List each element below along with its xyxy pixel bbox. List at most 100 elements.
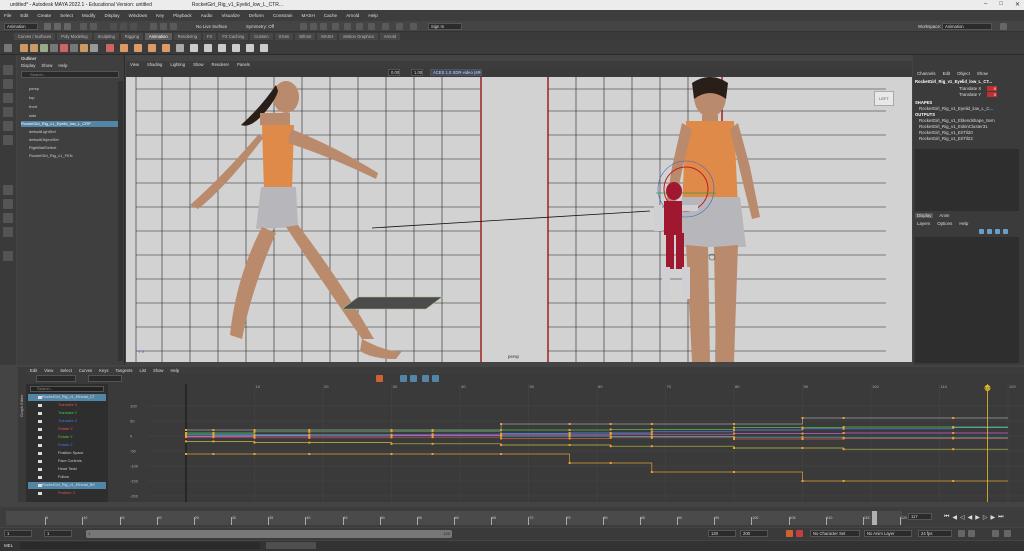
exposure-field[interactable]: 0.00	[388, 69, 400, 76]
outliner-menu-display[interactable]: Display	[21, 63, 35, 68]
go-end-icon[interactable]: ⏭	[998, 514, 1003, 521]
rotate-tool-icon[interactable]	[3, 121, 13, 131]
graph-stats-field[interactable]	[36, 375, 76, 382]
graph-channel-row[interactable]: Head Twist	[28, 466, 106, 473]
graph-channel-row[interactable]: RocketGirl_Rig_v1_Ethead_BK	[28, 482, 106, 489]
step-back-icon[interactable]: ◁	[960, 514, 965, 521]
menu-file[interactable]: File	[4, 13, 11, 18]
fps-select[interactable]: 24 fps	[918, 530, 952, 537]
select-tool-icon[interactable]	[3, 65, 13, 75]
layer-menu-help[interactable]: Help	[959, 221, 968, 226]
outliner-item-lightset[interactable]: defaultLightSet	[29, 129, 56, 135]
graph-menu-curves[interactable]: Curves	[79, 368, 92, 373]
graph-menu-view[interactable]: View	[44, 368, 53, 373]
ik-tool-icon[interactable]	[176, 44, 184, 52]
new-layer-selected-icon[interactable]	[1003, 229, 1008, 234]
colorspace-select[interactable]: ACES 1.0 SDR-video (sRGB)	[430, 69, 482, 76]
graph-channel-row[interactable]: Face Controls	[28, 458, 106, 465]
graph-menu-help[interactable]: Help	[170, 368, 179, 373]
graph-channel-row[interactable]: Rotate Z	[28, 442, 106, 449]
key-tool-icon[interactable]	[120, 44, 128, 52]
graph-normalize-icon[interactable]	[400, 375, 407, 382]
key-tool-2-icon[interactable]	[134, 44, 142, 52]
go-start-icon[interactable]: ⏮	[944, 514, 949, 521]
outliner-menu-help[interactable]: Help	[58, 63, 67, 68]
key-tool-4-icon[interactable]	[162, 44, 170, 52]
outliner-item-objectset[interactable]: defaultObjectSet	[29, 137, 59, 143]
gamma-field[interactable]: 1.00	[411, 69, 423, 76]
channel-eye-icon[interactable]	[38, 452, 42, 455]
playback-end-field[interactable]: 120	[708, 530, 736, 537]
graph-key-color-icon[interactable]	[376, 375, 383, 382]
shelf-tab-fx-caching[interactable]: FX Caching	[218, 33, 249, 40]
channel-eye-icon[interactable]	[38, 404, 42, 407]
symmetry-status[interactable]: Symmetry: Off	[246, 24, 274, 29]
shelf-tool-3-icon[interactable]	[40, 44, 48, 52]
outliner-search[interactable]: Search...	[21, 71, 119, 78]
graph-filter-icon[interactable]	[422, 375, 429, 382]
shelf-tab-xgen[interactable]: XGen	[274, 33, 294, 40]
layout-four-icon[interactable]	[3, 199, 13, 209]
shelf-tab-bifrost[interactable]: Bifrost	[295, 33, 316, 40]
menu-cache[interactable]: Cache	[324, 13, 337, 18]
layer-down-icon[interactable]	[987, 229, 992, 234]
shelf-tab-motion-graphics[interactable]: Motion Graphics	[339, 33, 378, 40]
graph-channel-row[interactable]: Translate Y	[28, 410, 106, 417]
auto-key-icon[interactable]	[786, 530, 793, 537]
time-slider[interactable]: 5 10 15 20 25 30 35 40 45 50 55 60 65 70 75 80 85 90 95 100…	[0, 507, 1024, 527]
render-view-icon[interactable]	[356, 23, 363, 30]
outliner-item-front[interactable]: front	[29, 104, 37, 110]
sound-icon[interactable]	[968, 530, 975, 537]
range-bar[interactable]: 1 120	[86, 530, 452, 538]
layer-tab-display[interactable]: Display	[915, 213, 934, 218]
viewport-menu-renderer[interactable]: Renderer	[212, 62, 229, 67]
channelbox-tab-channels[interactable]: Channels	[917, 71, 936, 76]
menu-edit[interactable]: Edit	[20, 13, 28, 18]
graph-menu-tangents[interactable]: Tangents	[115, 368, 132, 373]
graph-channel-row[interactable]: Position Space	[28, 450, 106, 457]
outliner-menu-show[interactable]: Show	[41, 63, 52, 68]
outliner-item-rightball[interactable]: RightBallSelbot	[29, 145, 56, 151]
layer-menu-options[interactable]: Options	[937, 221, 952, 226]
constraint-3-icon[interactable]	[218, 44, 226, 52]
menu-help[interactable]: Help	[368, 13, 377, 18]
snap-point-icon[interactable]	[170, 23, 177, 30]
output-node-1[interactable]: RocketGirl_Rig_v1_Eblendshape_Item	[919, 118, 1019, 123]
shelf-tab-curves-surfaces[interactable]: Curves / Surfaces	[14, 33, 56, 40]
menu-display[interactable]: Display	[104, 13, 119, 18]
layout-outliner-icon[interactable]	[3, 227, 13, 237]
new-layer-icon[interactable]	[995, 229, 1000, 234]
playback-prefs-icon[interactable]	[992, 530, 999, 537]
output-node-2[interactable]: RocketGirl_Rig_v1_EskinCluster31	[919, 124, 1019, 129]
mash-icon[interactable]	[410, 23, 417, 30]
graph-editor-canvas[interactable]: 100 50 0 -50 -100 -150 -200 10 20 30 40 50 60 70 80 90 1…	[108, 384, 1024, 502]
outliner-item-side[interactable]: side	[29, 113, 36, 119]
viewport-menu-panels[interactable]: Panels	[237, 62, 250, 67]
menu-key[interactable]: Key	[156, 13, 164, 18]
channelbox-tab-edit[interactable]: Edit	[943, 71, 951, 76]
render-icon[interactable]	[300, 23, 307, 30]
anim-prefs-icon[interactable]	[1004, 530, 1011, 537]
menu-visualize[interactable]: Visualize	[221, 13, 239, 18]
view-cube[interactable]: LEFT	[874, 91, 894, 106]
snap-grid-icon[interactable]	[150, 23, 157, 30]
menu-audio[interactable]: Audio	[201, 13, 213, 18]
constraint-5-icon[interactable]	[246, 44, 254, 52]
graph-search[interactable]: Search...	[30, 386, 104, 392]
shelf-tab-sculpting[interactable]: Sculpting	[93, 33, 119, 40]
hypershade-icon[interactable]	[332, 23, 339, 30]
menu-windows[interactable]: Windows	[129, 13, 148, 18]
open-scene-icon[interactable]	[54, 23, 61, 30]
shelf-tool-7-icon[interactable]	[80, 44, 88, 52]
menu-arnold[interactable]: Arnold	[346, 13, 359, 18]
output-node-4[interactable]: RocketGirl_Rig_v1_EriTil22	[919, 136, 1019, 141]
command-input[interactable]	[20, 542, 260, 549]
current-time-marker[interactable]	[872, 511, 877, 525]
shelf-tab-arnold[interactable]: Arnold	[379, 33, 400, 40]
shelf-tab-rendering[interactable]: Rendering	[173, 33, 201, 40]
arnold-render-icon[interactable]	[344, 23, 351, 30]
graph-menu-show[interactable]: Show	[153, 368, 163, 373]
character-set-select[interactable]: No Character Set	[810, 530, 860, 537]
shelf-gear-icon[interactable]	[4, 44, 12, 52]
outliner-scrollbar[interactable]	[118, 81, 123, 361]
